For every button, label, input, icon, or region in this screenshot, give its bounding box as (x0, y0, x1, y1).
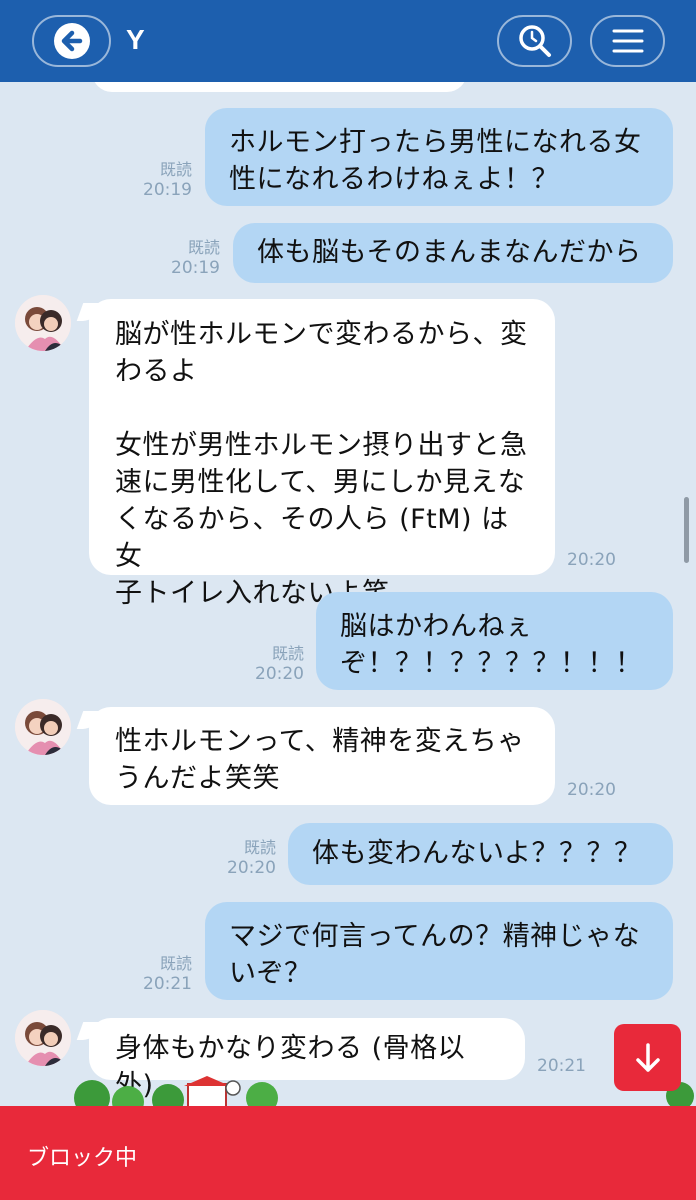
message-bubble-incoming[interactable]: 脳が性ホルモンで変わるから、変 わるよ 女性が男性ホルモン摂り出すと急 速に男性… (89, 299, 555, 609)
avatar-image (15, 295, 71, 351)
message-time: 20:19 (143, 180, 192, 200)
message-time: 20:21 (537, 1056, 586, 1076)
arrow-down-icon (635, 1042, 660, 1072)
read-label: 既読 (159, 954, 192, 973)
message-bubble-outgoing[interactable]: 体も脳もそのまんまなんだから (233, 223, 673, 283)
message-time: 20:19 (171, 258, 220, 278)
message-text: 脳はかわんねぇ ぞ！？！？？？？！！！ (340, 611, 643, 679)
message-bubble-incoming[interactable]: 身体もかなり変わる (骨格以外) (89, 1018, 525, 1101)
message-bubble-outgoing[interactable]: ホルモン打ったら男性になれる女 性になれるわけねぇよ！？ (205, 108, 673, 206)
message-text: 体も変わんないよ？？？？ (312, 838, 642, 869)
message-text: マジで何言ってんの？精神じゃな いぞ？ (229, 921, 641, 989)
read-label: 既読 (187, 238, 220, 257)
read-receipt: 既読 20:19 (148, 238, 220, 278)
read-label: 既読 (271, 644, 304, 663)
chat-header: Y (0, 0, 696, 82)
message-time: 20:21 (143, 974, 192, 994)
message-text: 体も脳もそのまんまなんだから (257, 237, 642, 268)
avatar[interactable] (15, 1010, 71, 1066)
read-label: 既読 (243, 838, 276, 857)
scenery-decoration (0, 1076, 696, 1108)
message-time: 20:20 (255, 664, 304, 684)
read-receipt: 既読 20:20 (232, 644, 304, 684)
message-text: 性ホルモンって、精神を変えちゃ うんだよ笑笑 (115, 726, 525, 794)
message-time: 20:20 (567, 780, 616, 800)
scroll-to-bottom-button[interactable] (614, 1024, 681, 1091)
blocked-status-bar: ブロック中 (0, 1106, 696, 1200)
message-bubble-outgoing[interactable]: 脳はかわんねぇ ぞ！？！？？？？！！！ (316, 592, 673, 690)
back-button[interactable] (32, 15, 111, 67)
message-time: 20:20 (227, 858, 276, 878)
message-text: ホルモン打ったら男性になれる女 性になれるわけねぇよ！？ (229, 127, 642, 195)
avatar-image (15, 699, 71, 755)
read-label: 既読 (159, 160, 192, 179)
avatar[interactable] (15, 295, 71, 351)
search-icon (518, 25, 551, 57)
avatar-image (15, 1010, 71, 1066)
previous-message-bubble (92, 82, 467, 92)
search-button[interactable] (497, 15, 572, 67)
message-bubble-incoming[interactable]: 性ホルモンって、精神を変えちゃ うんだよ笑笑 (89, 707, 555, 805)
message-text: 脳が性ホルモンで変わるから、変 わるよ 女性が男性ホルモン摂り出すと急 速に男性… (115, 319, 528, 609)
blocked-label: ブロック中 (27, 1146, 138, 1171)
message-bubble-outgoing[interactable]: 体も変わんないよ？？？？ (288, 823, 673, 885)
read-receipt: 既読 20:20 (204, 838, 276, 878)
avatar[interactable] (15, 699, 71, 755)
chat-title: Y (126, 24, 145, 55)
read-receipt: 既読 20:19 (120, 160, 192, 200)
back-arrow-icon (53, 23, 90, 59)
message-list[interactable]: 既読 20:19 ホルモン打ったら男性になれる女 性になれるわけねぇよ！？ 既読… (0, 82, 696, 1106)
message-bubble-outgoing[interactable]: マジで何言ってんの？精神じゃな いぞ？ (205, 902, 673, 1000)
read-receipt: 既読 20:21 (120, 954, 192, 994)
scrollbar[interactable] (684, 497, 689, 563)
menu-button[interactable] (590, 15, 665, 67)
menu-icon (612, 29, 643, 53)
message-time: 20:20 (567, 550, 616, 570)
